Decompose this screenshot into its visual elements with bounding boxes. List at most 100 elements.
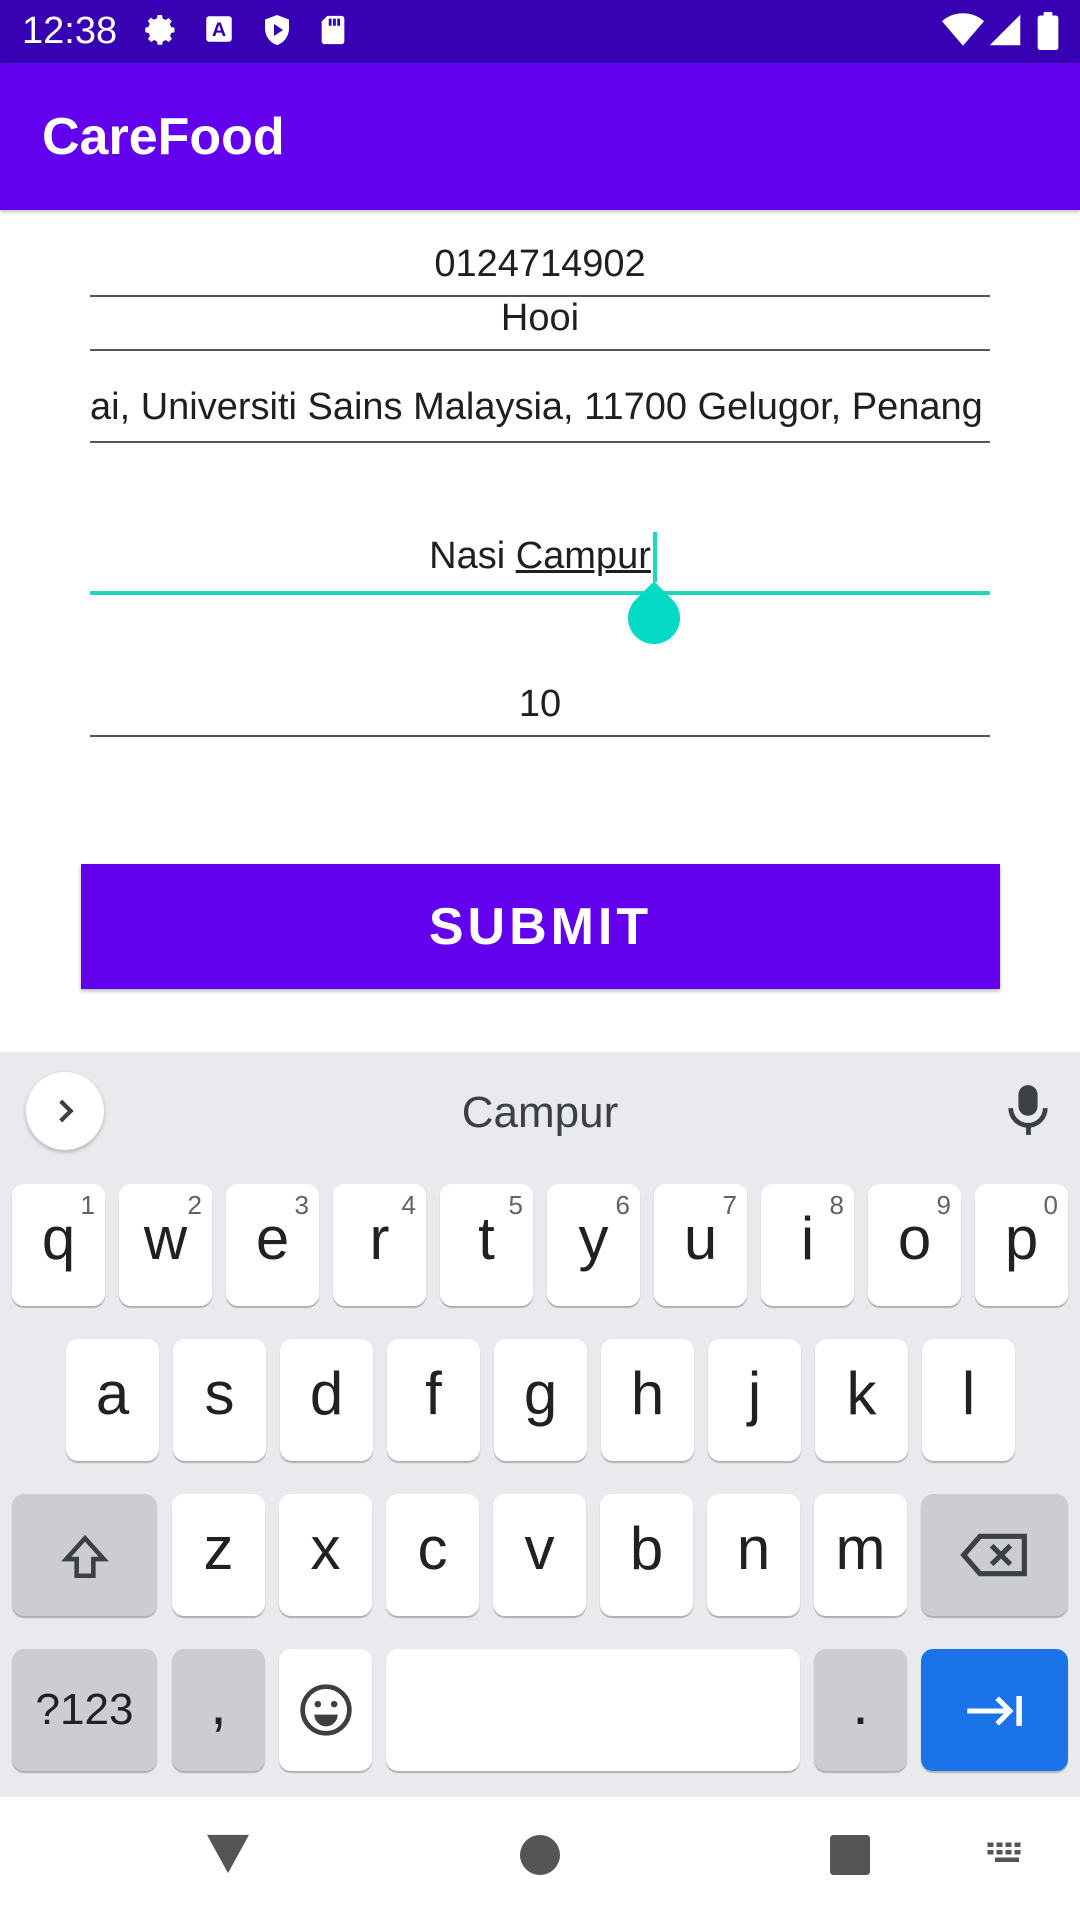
name-field[interactable]: Hooi [90, 297, 990, 351]
settings-icon [143, 12, 179, 53]
svg-text:A: A [212, 19, 226, 41]
backspace-key[interactable] [921, 1494, 1068, 1616]
shift-key[interactable] [12, 1494, 157, 1616]
key-hint: 6 [615, 1190, 630, 1220]
address-field[interactable]: ai, Universiti Sains Malaysia, 11700 Gel… [90, 386, 990, 443]
comma-key[interactable]: , [172, 1649, 265, 1771]
key-f[interactable]: f [387, 1339, 480, 1461]
key-hint: 3 [294, 1190, 309, 1220]
key-label: v [524, 1515, 555, 1582]
key-s[interactable]: s [173, 1339, 266, 1461]
app-title: CareFood [42, 108, 285, 166]
key-hint: 4 [401, 1190, 416, 1220]
a-box-icon: A [202, 12, 236, 51]
keyboard-switch-icon[interactable] [986, 1841, 1028, 1876]
signal-icon [988, 12, 1022, 53]
quantity-field-value: 10 [518, 683, 562, 725]
key-a[interactable]: a [66, 1339, 159, 1461]
symbols-key-label: ?123 [35, 1685, 134, 1734]
key-l[interactable]: l [922, 1339, 1015, 1461]
key-label: s [204, 1360, 235, 1427]
food-field-composing-text: Campur [515, 535, 651, 577]
key-i[interactable]: i8 [761, 1184, 854, 1306]
next-key[interactable] [921, 1649, 1068, 1771]
key-w[interactable]: w2 [119, 1184, 212, 1306]
key-label: d [309, 1360, 344, 1427]
status-time: 12:38 [22, 10, 118, 52]
period-key-label: . [852, 1670, 869, 1737]
emoji-key[interactable] [279, 1649, 372, 1771]
comma-key-label: , [210, 1670, 227, 1737]
key-j[interactable]: j [708, 1339, 801, 1461]
soft-keyboard: Campur q1w2e3r4t5y6u7i8o9p0 a s d f g h j k l z x… [0, 1052, 1080, 1797]
key-z[interactable]: z [172, 1494, 265, 1616]
key-hint: 5 [508, 1190, 523, 1220]
phone-field[interactable]: 0124714902 [90, 243, 990, 297]
status-bar: 12:38 A [0, 0, 1080, 63]
key-label: z [203, 1515, 234, 1582]
key-v[interactable]: v [493, 1494, 586, 1616]
key-y[interactable]: y6 [547, 1184, 640, 1306]
address-field-value: ai, Universiti Sains Malaysia, 11700 Gel… [90, 386, 983, 428]
shield-play-icon [259, 12, 295, 53]
key-label: j [747, 1360, 762, 1427]
key-r[interactable]: r4 [333, 1184, 426, 1306]
key-label: h [630, 1360, 665, 1427]
food-field[interactable]: Nasi Campur [90, 535, 990, 595]
tab-next-icon [963, 1687, 1027, 1740]
key-u[interactable]: u7 [654, 1184, 747, 1306]
key-o[interactable]: o9 [868, 1184, 961, 1306]
key-d[interactable]: d [280, 1339, 373, 1461]
key-hint: 1 [80, 1190, 95, 1220]
battery-icon [1037, 12, 1059, 55]
key-h[interactable]: h [601, 1339, 694, 1461]
home-circle-icon[interactable] [520, 1835, 560, 1880]
key-p[interactable]: p0 [975, 1184, 1068, 1306]
microphone-icon[interactable] [1005, 1082, 1051, 1143]
sd-card-icon [316, 12, 350, 53]
key-k[interactable]: k [815, 1339, 908, 1461]
suggestion-strip: Campur [0, 1052, 1080, 1170]
text-cursor [653, 532, 657, 582]
back-triangle-icon[interactable] [205, 1833, 251, 1880]
wifi-icon [942, 12, 984, 53]
key-hint: 2 [187, 1190, 202, 1220]
key-hint: 9 [936, 1190, 951, 1220]
submit-button[interactable]: SUBMIT [81, 864, 1000, 989]
food-field-prefix: Nasi [429, 535, 516, 577]
key-label: c [417, 1515, 448, 1582]
key-hint: 7 [722, 1190, 737, 1220]
key-m[interactable]: m [814, 1494, 907, 1616]
key-q[interactable]: q1 [12, 1184, 105, 1306]
quantity-field[interactable]: 10 [90, 683, 990, 737]
key-hint: 8 [829, 1190, 844, 1220]
shift-icon [60, 1532, 110, 1587]
backspace-icon [959, 1530, 1029, 1585]
phone-field-value: 0124714902 [434, 243, 646, 285]
key-label: k [846, 1360, 877, 1427]
key-label: l [961, 1360, 976, 1427]
key-hint: 0 [1043, 1190, 1058, 1220]
key-label: a [95, 1360, 130, 1427]
period-key[interactable]: . [814, 1649, 907, 1771]
key-c[interactable]: c [386, 1494, 479, 1616]
key-t[interactable]: t5 [440, 1184, 533, 1306]
key-label: f [425, 1360, 442, 1427]
key-b[interactable]: b [600, 1494, 693, 1616]
key-label: n [736, 1515, 771, 1582]
emoji-icon [298, 1682, 354, 1743]
key-e[interactable]: e3 [226, 1184, 319, 1306]
key-n[interactable]: n [707, 1494, 800, 1616]
key-g[interactable]: g [494, 1339, 587, 1461]
key-label: g [523, 1360, 558, 1427]
key-label: b [629, 1515, 664, 1582]
recents-square-icon[interactable] [830, 1835, 870, 1880]
key-x[interactable]: x [279, 1494, 372, 1616]
name-field-value: Hooi [500, 297, 580, 339]
space-key[interactable] [386, 1649, 800, 1771]
navigation-bar [0, 1797, 1080, 1920]
suggestion-word[interactable]: Campur [0, 1088, 1080, 1138]
symbols-key[interactable]: ?123 [12, 1649, 157, 1771]
app-bar: CareFood [0, 63, 1080, 210]
key-label: m [835, 1515, 886, 1582]
